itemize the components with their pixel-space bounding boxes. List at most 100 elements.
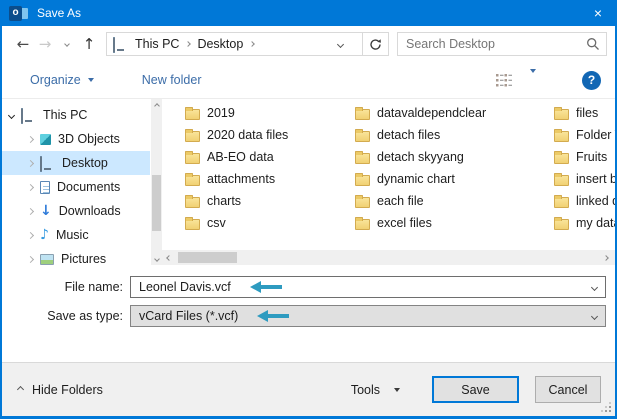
folder-item[interactable]: Folder Te [554,124,615,146]
organize-button[interactable]: Organize [30,73,94,87]
folder-item[interactable]: files [554,102,615,124]
footer: Hide Folders Tools Save Cancel [2,362,615,416]
folder-icon [185,106,200,120]
breadcrumb-desktop[interactable]: Desktop [197,37,243,51]
expander-icon[interactable] [26,159,35,167]
expander-icon[interactable] [26,207,35,215]
folder-icon [185,150,200,164]
save-as-type-dropdown-chevron[interactable] [590,312,599,320]
folder-item[interactable]: AB-EO data [185,146,355,168]
help-button[interactable]: ? [582,70,601,90]
folder-icon [355,106,370,120]
tools-button[interactable]: Tools [351,383,400,397]
expander-icon[interactable] [26,255,35,263]
save-button[interactable]: Save [432,376,519,403]
file-list: 2019 2020 data files AB-EO data attachme… [162,99,615,265]
folder-item[interactable]: 2020 data files [185,124,355,146]
folder-item[interactable]: insert bla [554,168,615,190]
folder-item[interactable]: 2019 [185,102,355,124]
picture-icon [40,253,54,265]
scrollbar-thumb[interactable] [178,252,237,263]
folder-icon [185,128,200,142]
scroll-up-icon[interactable] [151,99,162,112]
folder-item[interactable]: datavaldependclear [355,102,525,124]
window-title: Save As [37,6,82,20]
expander-icon[interactable] [7,111,16,119]
breadcrumb: This PC Desktop [106,32,389,56]
folder-icon [185,172,200,186]
navigation-bar: ← → ↑ This PC Desktop [2,26,615,62]
chevron-down-icon [394,387,400,392]
save-as-type-value[interactable]: vCard Files (*.vcf) [139,309,238,323]
scroll-left-icon[interactable] [162,250,176,265]
folder-item[interactable]: excel files [355,212,525,234]
close-icon[interactable]: × [581,0,615,26]
outlook-icon-letter: o [9,5,22,21]
folder-item[interactable]: detach skyyang [355,146,525,168]
folder-icon [185,194,200,208]
folder-item[interactable]: charts [185,190,355,212]
scrollbar-thumb[interactable] [152,175,161,231]
sidebar-item-3d-objects[interactable]: 3D Objects [2,127,150,151]
folder-icon [554,216,569,230]
breadcrumb-separator-icon[interactable] [249,41,256,47]
folder-item[interactable]: each file [355,190,525,212]
folder-tree: This PC 3D Objects Desktop Documents ↓ D… [2,99,162,265]
folder-item[interactable]: dynamic chart [355,168,525,190]
folder-icon [554,106,569,120]
expander-icon[interactable] [26,231,35,239]
file-name-value[interactable]: Leonel Davis.vcf [139,280,231,294]
folder-item[interactable]: my data [554,212,615,234]
search-box[interactable] [397,32,607,56]
file-list-scrollbar[interactable] [162,250,615,265]
sidebar-item-downloads[interactable]: ↓ Downloads [2,199,150,223]
refresh-icon [370,38,381,50]
annotation-arrow [249,281,282,293]
refresh-button[interactable] [362,32,388,56]
file-name-dropdown-chevron[interactable] [590,283,599,291]
change-view-button[interactable] [496,73,512,87]
resize-grip[interactable] [609,410,611,412]
folder-item[interactable]: linked da [554,190,615,212]
file-fields: File name: Leonel Davis.vcf Save as type… [2,265,615,362]
view-options-chevron[interactable] [530,69,536,87]
folder-icon [355,128,370,142]
expander-icon[interactable] [26,135,35,143]
details-view-icon [496,74,512,87]
folder-icon [185,216,200,230]
search-input[interactable] [406,37,586,51]
forward-button[interactable]: → [34,35,56,53]
file-name-input[interactable]: Leonel Davis.vcf [130,276,606,298]
expander-icon[interactable] [26,183,35,191]
folder-item[interactable]: Fruits [554,146,615,168]
sidebar-item-pictures[interactable]: Pictures [2,247,150,265]
sidebar-item-documents[interactable]: Documents [2,175,150,199]
address-dropdown-chevron[interactable] [329,40,351,48]
back-button[interactable]: ← [12,35,34,53]
folder-icon [355,194,370,208]
sidebar-item-desktop[interactable]: Desktop [2,151,150,175]
save-as-dialog: o Save As × ← → ↑ This PC Desktop Search… [0,0,617,419]
sidebar-item-this-pc[interactable]: This PC [2,103,150,127]
folder-item[interactable]: detach files [355,124,525,146]
music-note-icon: ♪ [40,226,49,243]
tools-label: Tools [350,382,380,397]
sidebar-item-music[interactable]: ♪ Music [2,223,150,247]
scroll-down-icon[interactable] [151,252,162,265]
save-as-type-label: Save as type: [47,309,123,323]
save-as-type-select[interactable]: vCard Files (*.vcf) [130,305,606,327]
breadcrumb-separator-icon[interactable] [185,41,192,47]
folder-item[interactable]: csv [185,212,355,234]
content-area: This PC 3D Objects Desktop Documents ↓ D… [2,99,615,265]
file-column-2: datavaldependclear detach files detach s… [355,102,525,234]
tree-scrollbar[interactable] [151,99,162,265]
file-column-1: 2019 2020 data files AB-EO data attachme… [185,102,355,234]
folder-item[interactable]: attachments [185,168,355,190]
up-button[interactable]: ↑ [78,35,100,53]
recent-locations-chevron[interactable] [56,41,78,47]
hide-folders-button[interactable]: Hide Folders [16,383,103,397]
scroll-right-icon[interactable] [599,250,613,265]
new-folder-button[interactable]: New folder [142,73,202,87]
breadcrumb-this-pc[interactable]: This PC [135,37,179,51]
cancel-button[interactable]: Cancel [535,376,601,403]
